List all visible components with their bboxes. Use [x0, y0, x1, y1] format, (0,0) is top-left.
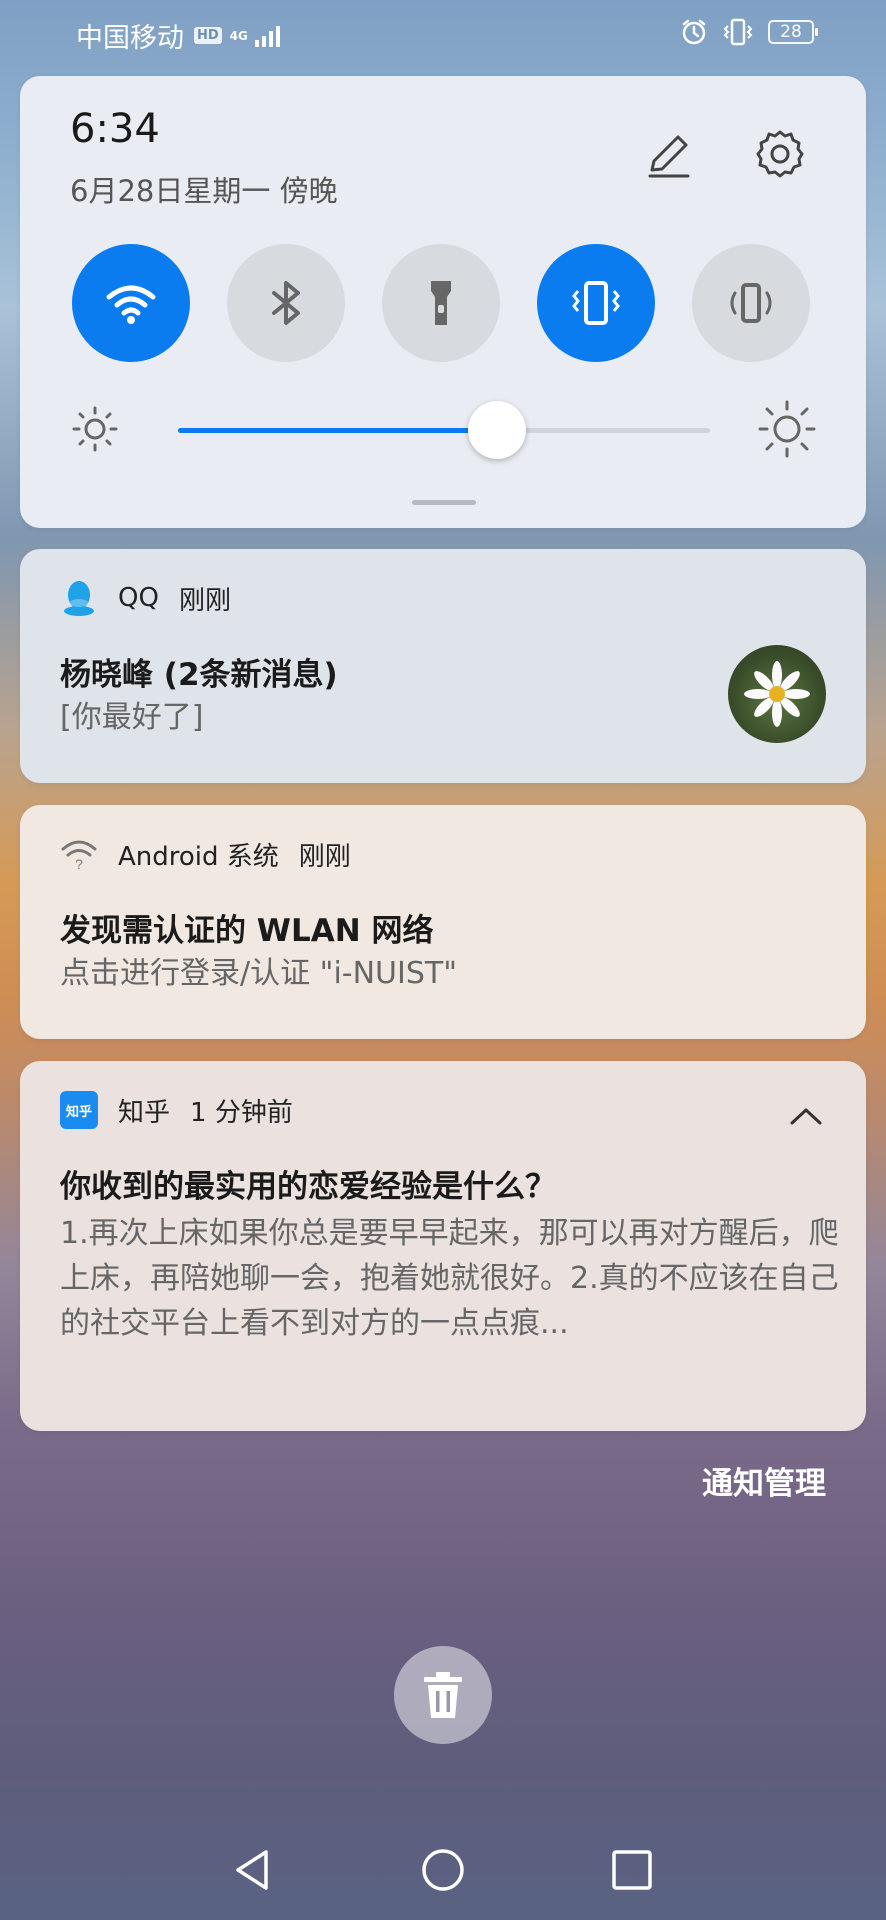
- notification-title: 你收到的最实用的恋爱经验是什么？: [60, 1169, 556, 1205]
- battery-icon: 28: [768, 20, 818, 44]
- notification-android[interactable]: ? Android 系统 刚刚 发现需认证的 WLAN 网络 点击进行登录/认证…: [20, 805, 866, 1039]
- quick-settings-panel: 6:34 6月28日星期一 傍晚: [20, 76, 866, 528]
- wifi-question-icon: ?: [60, 835, 98, 873]
- panel-date: 6月28日星期一 傍晚: [70, 174, 338, 208]
- notification-body: [你最好了]: [60, 700, 204, 735]
- edit-icon[interactable]: [640, 128, 696, 184]
- signal-icon: [254, 25, 280, 47]
- wifi-icon: [106, 285, 156, 324]
- notification-header: 知乎 知乎 1 分钟前: [60, 1091, 293, 1129]
- notification-title: 发现需认证的 WLAN 网络: [60, 913, 434, 949]
- notification-body: 1.再次上床如果你总是要早早起来，那可以再对方醒后，爬上床，再陪她聊一会，抱着她…: [60, 1216, 839, 1341]
- notification-zhihu[interactable]: 知乎 知乎 1 分钟前 你收到的最实用的恋爱经验是什么？ 1.再次上床如果你总是…: [20, 1061, 866, 1431]
- brightness-slider[interactable]: [178, 401, 710, 459]
- home-icon[interactable]: [419, 1846, 467, 1894]
- alarm-icon: [682, 19, 706, 45]
- notification-header: ? Android 系统 刚刚: [60, 835, 351, 873]
- vibrate-toggle[interactable]: [537, 244, 655, 362]
- avatar: [728, 645, 826, 743]
- rotate-toggle[interactable]: [692, 244, 810, 362]
- status-bar: 中国移动 HD 4G 28: [0, 0, 886, 68]
- notification-title: 杨晓峰 (2条新消息): [60, 657, 338, 693]
- panel-drag-handle[interactable]: [412, 500, 476, 505]
- zhihu-icon-text: 知乎: [65, 1104, 92, 1120]
- back-icon[interactable]: [230, 1846, 278, 1894]
- wifi-toggle[interactable]: [72, 244, 190, 362]
- flashlight-toggle[interactable]: [382, 244, 500, 362]
- notification-app-name: QQ: [118, 583, 159, 613]
- rotate-icon: [730, 283, 772, 323]
- daisy-icon: [744, 661, 810, 727]
- notification-header: QQ 刚刚: [60, 579, 231, 617]
- notification-time: 刚刚: [298, 841, 351, 872]
- notification-body: 点击进行登录/认证 "i-NUIST": [60, 956, 458, 991]
- status-right: 28: [680, 18, 818, 46]
- recents-icon[interactable]: [608, 1846, 656, 1894]
- status-left: 中国移动 HD 4G: [76, 16, 284, 55]
- brightness-slider-thumb[interactable]: [468, 401, 526, 459]
- hd-icon: HD: [194, 27, 222, 44]
- notification-app-name: Android 系统: [118, 841, 279, 872]
- qq-icon: [60, 579, 98, 617]
- bluetooth-toggle[interactable]: [227, 244, 345, 362]
- brightness-low-icon: [72, 406, 118, 452]
- vibrate-icon: [572, 281, 620, 325]
- brightness-high-icon: [758, 400, 816, 458]
- notification-manage-button[interactable]: 通知管理: [702, 1458, 826, 1503]
- vibrate-icon: [723, 18, 753, 46]
- brightness-slider-fill: [178, 428, 497, 433]
- carrier-name: 中国移动: [76, 23, 184, 54]
- clear-all-button[interactable]: [394, 1646, 492, 1744]
- flashlight-icon: [431, 281, 451, 325]
- notification-time: 1 分钟前: [190, 1097, 293, 1128]
- navigation-bar: [0, 1816, 886, 1920]
- notification-app-name: 知乎: [118, 1097, 171, 1128]
- network-type: 4G: [229, 28, 248, 43]
- panel-time: 6:34: [70, 106, 160, 152]
- trash-icon: [424, 1672, 462, 1718]
- gear-icon[interactable]: [750, 126, 810, 186]
- notification-time: 刚刚: [178, 585, 231, 616]
- zhihu-icon: 知乎: [60, 1091, 98, 1129]
- bluetooth-icon: [272, 281, 300, 325]
- chevron-up-icon[interactable]: [786, 1101, 826, 1131]
- svg-text:?: ?: [75, 856, 83, 871]
- notification-qq[interactable]: QQ 刚刚 杨晓峰 (2条新消息) [你最好了]: [20, 549, 866, 783]
